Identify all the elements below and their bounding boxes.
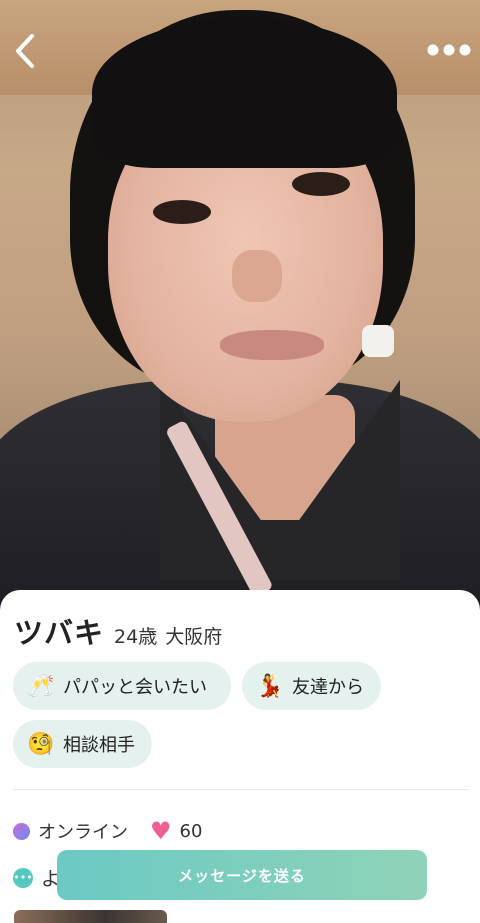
section-divider <box>13 789 468 790</box>
more-options-button[interactable] <box>424 38 474 62</box>
tag-label: 友達から <box>292 677 364 698</box>
photo-eye-right <box>292 172 350 196</box>
profile-age: 24歳 <box>114 626 158 648</box>
online-status-label: オンライン <box>38 822 128 843</box>
photo-bangs <box>92 18 397 168</box>
more-horizontal-icon <box>427 44 471 56</box>
heart-icon: ♥ <box>150 817 172 845</box>
send-message-button[interactable]: メッセージを送る <box>57 850 427 900</box>
speech-bubble-icon: ••• <box>13 867 33 888</box>
dancer-icon: 💃 <box>256 673 284 699</box>
online-status-icon <box>13 822 30 840</box>
back-button[interactable] <box>6 30 48 72</box>
profile-location: 大阪府 <box>165 626 223 648</box>
profile-name: ツバキ <box>14 616 105 650</box>
tag-label: パパッと会いたい <box>63 677 207 698</box>
profile-header: ツバキ 24歳 大阪府 <box>14 610 222 652</box>
photo-nose <box>232 250 282 302</box>
monocle-face-icon: 🧐 <box>27 731 55 757</box>
tag-label: 相談相手 <box>63 735 135 756</box>
photo-mouth <box>220 330 324 360</box>
tag-chip[interactable]: 🧐 相談相手 <box>13 720 152 768</box>
photo-thumbnail[interactable] <box>14 910 167 923</box>
photo-earring <box>362 325 394 357</box>
champagne-glasses-icon: 🥂 <box>27 673 55 699</box>
tag-chip[interactable]: 🥂 パパッと会いたい <box>13 662 231 710</box>
chevron-left-icon <box>16 34 34 68</box>
profile-photo[interactable] <box>0 0 480 610</box>
photo-eye-left <box>153 200 211 224</box>
intro-row: ••• よ <box>13 864 60 891</box>
tag-chip[interactable]: 💃 友達から <box>242 662 381 710</box>
status-row: オンライン ♥ 60 <box>13 818 202 844</box>
likes-count: 60 <box>179 820 203 842</box>
profile-meta: 24歳 大阪府 <box>114 622 222 649</box>
